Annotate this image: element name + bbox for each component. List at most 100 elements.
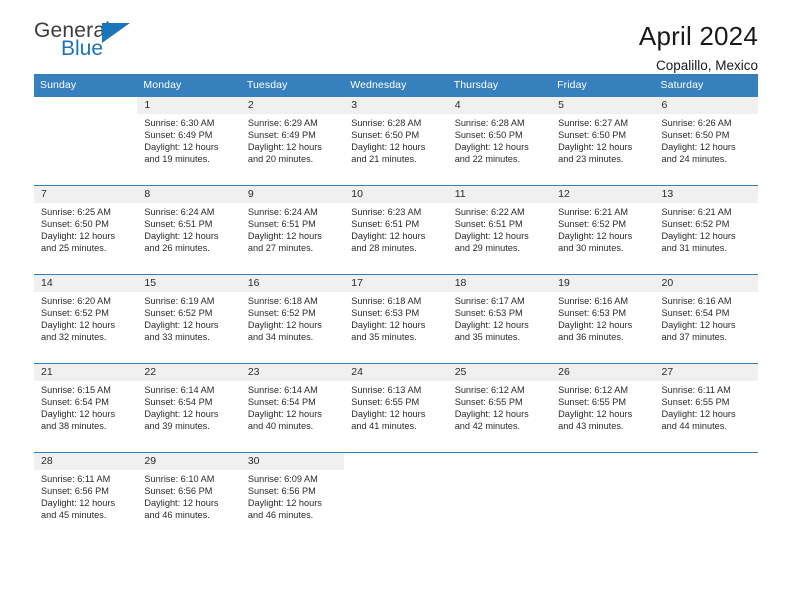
day-details: Sunrise: 6:28 AM Sunset: 6:50 PM Daylight:…	[448, 114, 551, 165]
sunset-time: Sunset: 6:54 PM	[661, 308, 730, 319]
calendar-day-cell[interactable]: 24 Sunrise: 6:13 AM Sunset: 6:55 PM Dayligh…	[344, 363, 448, 453]
daylight-duration-line2: and 22 minutes.	[454, 154, 521, 165]
daylight-duration-line2: and 19 minutes.	[144, 154, 210, 165]
calendar-day-cell[interactable]: 28 Sunrise: 6:11 AM Sunset: 6:56 PM Dayligh…	[34, 452, 138, 542]
calendar-day-cell[interactable]: 26 Sunrise: 6:12 AM Sunset: 6:55 PM Dayligh…	[551, 363, 655, 453]
daylight-duration-line1: Daylight: 12 hours	[247, 498, 322, 509]
sunset-time: Sunset: 6:50 PM	[351, 130, 420, 141]
daylight-duration-line1: Daylight: 12 hours	[351, 409, 426, 420]
sunrise-time: Sunrise: 6:11 AM	[41, 474, 111, 484]
calendar-day-cell[interactable]: 23 Sunrise: 6:14 AM Sunset: 6:54 PM Dayligh…	[240, 363, 345, 453]
daylight-duration-line2: and 43 minutes.	[558, 421, 624, 432]
calendar-day-cell-empty	[654, 452, 758, 542]
day-details: Sunrise: 6:12 AM Sunset: 6:55 PM Daylight:…	[551, 381, 654, 432]
day-details: Sunrise: 6:13 AM Sunset: 6:55 PM Daylight:…	[344, 381, 447, 432]
day-details: Sunrise: 6:14 AM Sunset: 6:54 PM Daylight:…	[241, 381, 344, 432]
daylight-duration-line1: Daylight: 12 hours	[144, 320, 219, 331]
daylight-duration-line1: Daylight: 12 hours	[661, 320, 736, 331]
calendar-week-row: 7 Sunrise: 6:25 AM Sunset: 6:50 PM Daylight…	[34, 185, 758, 275]
day-number: 24	[344, 364, 448, 381]
daylight-duration-line1: Daylight: 12 hours	[247, 231, 322, 242]
calendar-day-cell[interactable]: 22 Sunrise: 6:14 AM Sunset: 6:54 PM Dayligh…	[137, 363, 241, 453]
title-block: April 2024 Copalillo, Mexico	[639, 20, 758, 73]
calendar-day-cell[interactable]: 18 Sunrise: 6:17 AM Sunset: 6:53 PM Dayligh…	[447, 274, 552, 364]
calendar-day-cell[interactable]: 5 Sunrise: 6:27 AM Sunset: 6:50 PM Daylight…	[551, 96, 655, 186]
daylight-duration-line2: and 41 minutes.	[351, 421, 417, 432]
sunset-time: Sunset: 6:50 PM	[558, 130, 627, 141]
page-title: April 2024	[638, 21, 758, 51]
calendar-day-cell[interactable]: 27 Sunrise: 6:11 AM Sunset: 6:55 PM Dayligh…	[654, 363, 758, 453]
calendar-day-cell[interactable]: 7 Sunrise: 6:25 AM Sunset: 6:50 PM Daylight…	[34, 185, 138, 275]
weekday-header-saturday: Saturday	[654, 74, 758, 97]
daylight-duration-line2: and 37 minutes.	[661, 332, 727, 343]
weekday-header-friday: Friday	[551, 74, 655, 97]
calendar-day-cell[interactable]: 21 Sunrise: 6:15 AM Sunset: 6:54 PM Dayligh…	[34, 363, 138, 453]
day-details: Sunrise: 6:23 AM Sunset: 6:51 PM Daylight:…	[344, 203, 447, 254]
day-details: Sunrise: 6:17 AM Sunset: 6:53 PM Daylight:…	[448, 292, 551, 343]
sunrise-time: Sunrise: 6:26 AM	[661, 118, 732, 128]
daylight-duration-line2: and 21 minutes.	[351, 154, 417, 165]
calendar-day-cell[interactable]: 8 Sunrise: 6:24 AM Sunset: 6:51 PM Daylight…	[137, 185, 241, 275]
daylight-duration-line2: and 45 minutes.	[41, 510, 107, 521]
calendar-day-cell[interactable]: 19 Sunrise: 6:16 AM Sunset: 6:53 PM Dayligh…	[551, 274, 655, 364]
day-number: 15	[137, 275, 241, 292]
day-details: Sunrise: 6:18 AM Sunset: 6:53 PM Daylight:…	[344, 292, 447, 343]
calendar-day-cell[interactable]: 11 Sunrise: 6:22 AM Sunset: 6:51 PM Dayligh…	[447, 185, 552, 275]
calendar-day-cell[interactable]: 29 Sunrise: 6:10 AM Sunset: 6:56 PM Dayligh…	[137, 452, 241, 542]
day-details: Sunrise: 6:27 AM Sunset: 6:50 PM Daylight:…	[551, 114, 654, 165]
calendar-day-cell[interactable]: 17 Sunrise: 6:18 AM Sunset: 6:53 PM Dayligh…	[344, 274, 448, 364]
day-details: Sunrise: 6:20 AM Sunset: 6:52 PM Daylight:…	[34, 292, 137, 343]
daylight-duration-line2: and 46 minutes.	[144, 510, 210, 521]
calendar-day-cell[interactable]: 2 Sunrise: 6:29 AM Sunset: 6:49 PM Daylight…	[240, 96, 345, 186]
calendar-day-cell[interactable]: 12 Sunrise: 6:21 AM Sunset: 6:52 PM Dayligh…	[551, 185, 655, 275]
calendar-day-cell[interactable]: 10 Sunrise: 6:23 AM Sunset: 6:51 PM Dayligh…	[344, 185, 448, 275]
calendar-day-cell[interactable]: 4 Sunrise: 6:28 AM Sunset: 6:50 PM Daylight…	[447, 96, 552, 186]
day-number: 23	[240, 364, 345, 381]
calendar-day-cell[interactable]: 13 Sunrise: 6:21 AM Sunset: 6:52 PM Dayligh…	[654, 185, 758, 275]
sunset-time: Sunset: 6:52 PM	[247, 308, 316, 319]
day-number: 20	[654, 275, 758, 292]
day-number: 9	[240, 186, 345, 203]
daylight-duration-line1: Daylight: 12 hours	[41, 231, 116, 242]
daylight-duration-line2: and 29 minutes.	[454, 243, 521, 254]
calendar-day-cell-empty	[344, 452, 448, 542]
sunrise-time: Sunrise: 6:20 AM	[41, 296, 111, 306]
day-details: Sunrise: 6:16 AM Sunset: 6:54 PM Daylight:…	[655, 292, 758, 343]
day-number	[654, 453, 758, 470]
calendar-day-cell[interactable]: 15 Sunrise: 6:19 AM Sunset: 6:52 PM Dayligh…	[137, 274, 241, 364]
calendar-day-cell[interactable]: 3 Sunrise: 6:28 AM Sunset: 6:50 PM Daylight…	[344, 96, 448, 186]
daylight-duration-line1: Daylight: 12 hours	[247, 409, 322, 420]
calendar-day-cell[interactable]: 1 Sunrise: 6:30 AM Sunset: 6:49 PM Daylight…	[137, 96, 241, 186]
calendar-day-cell-empty	[34, 96, 138, 186]
page-subtitle: Copalillo, Mexico	[655, 57, 758, 73]
day-number	[34, 97, 138, 114]
sunset-time: Sunset: 6:51 PM	[351, 219, 420, 230]
sunrise-time: Sunrise: 6:17 AM	[454, 296, 525, 306]
calendar-day-cell-empty	[447, 452, 552, 542]
brand-logo[interactable]: General Blue	[34, 20, 144, 66]
daylight-duration-line2: and 39 minutes.	[144, 421, 210, 432]
daylight-duration-line2: and 28 minutes.	[351, 243, 417, 254]
day-details: Sunrise: 6:11 AM Sunset: 6:56 PM Daylight:…	[34, 470, 137, 521]
calendar-week-row: 28 Sunrise: 6:11 AM Sunset: 6:56 PM Dayligh…	[34, 452, 758, 542]
calendar-week-row: 1 Sunrise: 6:30 AM Sunset: 6:49 PM Daylight…	[34, 96, 758, 186]
day-details: Sunrise: 6:28 AM Sunset: 6:50 PM Daylight:…	[344, 114, 447, 165]
calendar-day-cell[interactable]: 20 Sunrise: 6:16 AM Sunset: 6:54 PM Dayligh…	[654, 274, 758, 364]
day-number: 16	[240, 275, 345, 292]
daylight-duration-line1: Daylight: 12 hours	[144, 409, 219, 420]
sunrise-time: Sunrise: 6:16 AM	[558, 296, 629, 306]
calendar-day-cell[interactable]: 9 Sunrise: 6:24 AM Sunset: 6:51 PM Daylight…	[240, 185, 345, 275]
calendar-day-cell[interactable]: 30 Sunrise: 6:09 AM Sunset: 6:56 PM Dayligh…	[240, 452, 345, 542]
page-header: General Blue April 2024 Copalillo, Mexic…	[34, 0, 758, 74]
sunset-time: Sunset: 6:52 PM	[661, 219, 730, 230]
sunset-time: Sunset: 6:50 PM	[41, 219, 109, 230]
calendar-day-cell[interactable]: 14 Sunrise: 6:20 AM Sunset: 6:52 PM Dayligh…	[34, 274, 138, 364]
calendar-day-cell[interactable]: 25 Sunrise: 6:12 AM Sunset: 6:55 PM Dayligh…	[447, 363, 552, 453]
calendar-day-cell[interactable]: 6 Sunrise: 6:26 AM Sunset: 6:50 PM Daylight…	[654, 96, 758, 186]
sunrise-time: Sunrise: 6:29 AM	[247, 118, 318, 128]
calendar-day-cell[interactable]: 16 Sunrise: 6:18 AM Sunset: 6:52 PM Dayligh…	[240, 274, 345, 364]
day-number	[551, 453, 655, 470]
calendar-page: General Blue April 2024 Copalillo, Mexic…	[0, 0, 792, 612]
sunrise-time: Sunrise: 6:12 AM	[558, 385, 629, 395]
daylight-duration-line1: Daylight: 12 hours	[558, 320, 633, 331]
